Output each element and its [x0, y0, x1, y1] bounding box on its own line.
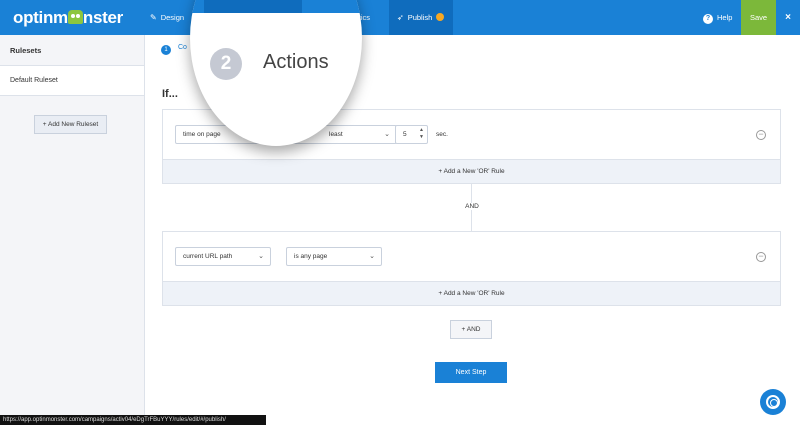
- support-lifebuoy-icon[interactable]: [760, 389, 786, 415]
- remove-rule-icon[interactable]: −: [756, 252, 766, 262]
- help-button[interactable]: ? Help: [703, 0, 732, 35]
- optinmonster-logo[interactable]: optinm nster: [13, 8, 123, 28]
- operator-value: least: [329, 131, 343, 138]
- nav-design[interactable]: ✎ Design: [150, 0, 184, 35]
- save-button[interactable]: Save: [741, 0, 776, 35]
- operator-select[interactable]: is any page ⌄: [286, 247, 382, 266]
- seconds-input[interactable]: 5 ▲ ▼: [395, 125, 428, 144]
- sidebar-item-default-ruleset[interactable]: Default Ruleset: [0, 66, 144, 96]
- help-label: Help: [717, 13, 733, 22]
- rule-group-2: current URL path ⌄ is any page ⌄ − + Add…: [162, 231, 781, 306]
- rule-row: current URL path ⌄ is any page ⌄ −: [163, 232, 780, 281]
- pencil-icon: ✎: [150, 13, 157, 22]
- condition-value: current URL path: [183, 253, 233, 260]
- nav-publish[interactable]: ➶ Publish: [389, 0, 453, 35]
- seconds-unit: sec.: [436, 131, 448, 138]
- top-navigation-bar: optinmnster ✎Design Analytics ➶Publish ?…: [0, 0, 800, 35]
- operator-value: is any page: [294, 253, 328, 260]
- question-icon: ?: [703, 14, 713, 24]
- monster-icon: [67, 10, 83, 24]
- rulesets-sidebar: Rulesets Default Ruleset + Add New Rules…: [0, 35, 145, 415]
- close-icon[interactable]: ×: [776, 0, 800, 35]
- logo-text: optinm: [13, 8, 68, 27]
- nav-publish-label: Publish: [407, 13, 433, 22]
- browser-status-url: https://app.optinmonster.com/campaigns/a…: [0, 415, 266, 425]
- chevron-down-icon: ⌄: [369, 253, 375, 260]
- if-heading: If...: [162, 88, 178, 100]
- publish-status-dot-icon: [436, 13, 445, 21]
- condition-value: time on page: [183, 131, 221, 138]
- add-new-ruleset-button[interactable]: + Add New Ruleset: [34, 115, 107, 134]
- and-connector-label: AND: [458, 203, 486, 210]
- add-or-rule-button[interactable]: + Add a New 'OR' Rule: [163, 281, 780, 305]
- seconds-value: 5: [403, 131, 407, 138]
- magnified-active-tab: [204, 0, 302, 13]
- chevron-down-icon: ⌄: [384, 131, 390, 138]
- stepper-arrows-icon[interactable]: ▲ ▼: [419, 127, 424, 141]
- step-2-actions-label[interactable]: Actions: [263, 51, 329, 74]
- add-and-rule-button[interactable]: + AND: [450, 320, 492, 339]
- condition-select[interactable]: current URL path ⌄: [175, 247, 271, 266]
- sidebar-heading: Rulesets: [0, 35, 144, 66]
- add-or-rule-button[interactable]: + Add a New 'OR' Rule: [163, 159, 780, 183]
- remove-rule-icon[interactable]: −: [756, 130, 766, 140]
- nav-design-label: Design: [160, 13, 185, 22]
- step-number-badge: 1: [161, 45, 171, 55]
- rocket-icon: ➶: [397, 13, 404, 22]
- logo-text-suffix: nster: [82, 8, 123, 27]
- magnified-nav-band: [190, 0, 362, 13]
- chevron-down-icon: ⌄: [258, 253, 264, 260]
- next-step-button[interactable]: Next Step: [435, 362, 507, 383]
- step-2-badge: 2: [210, 48, 242, 80]
- step-label[interactable]: Co: [178, 44, 187, 51]
